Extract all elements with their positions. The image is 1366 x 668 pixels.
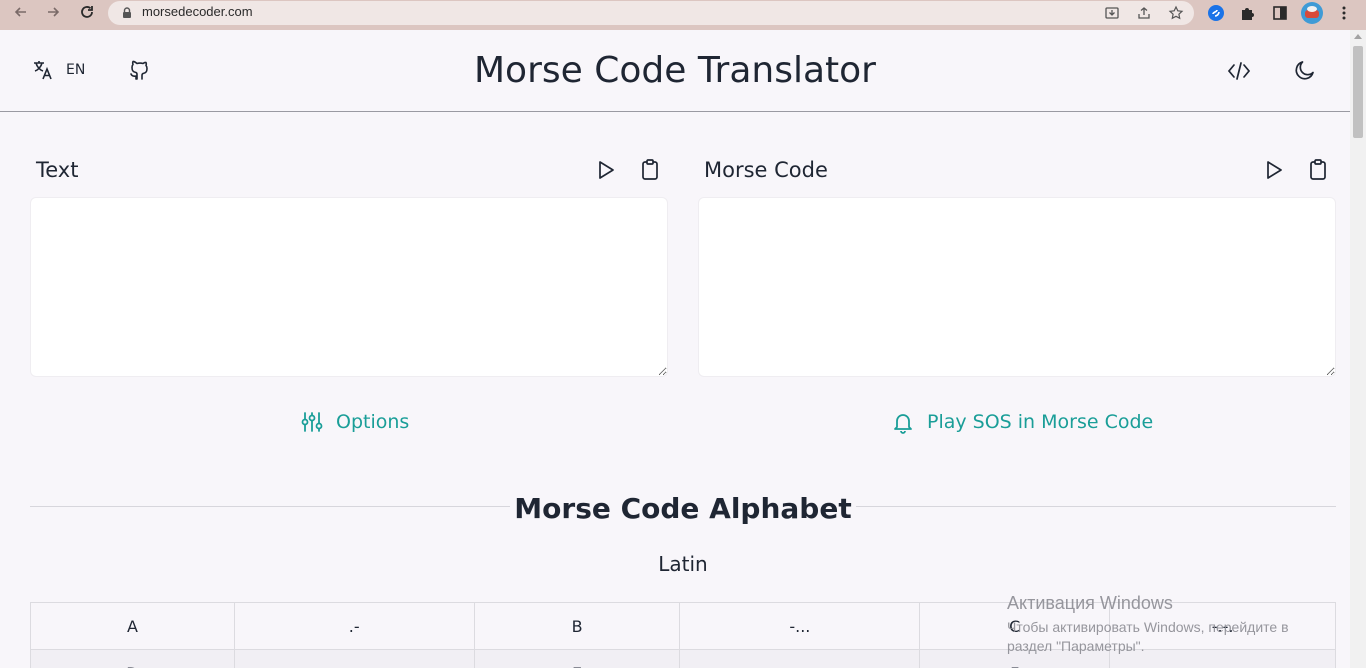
page-title: Morse Code Translator bbox=[474, 50, 876, 91]
windows-activation-watermark: Активация Windows Чтобы активировать Win… bbox=[1007, 593, 1327, 656]
side-panel-icon[interactable] bbox=[1271, 4, 1289, 22]
morse-cell: . bbox=[679, 649, 921, 668]
install-icon[interactable] bbox=[1104, 5, 1120, 21]
bell-icon bbox=[894, 414, 912, 434]
options-button[interactable]: Options bbox=[300, 410, 409, 434]
morse-cell: -... bbox=[679, 602, 921, 650]
theme-toggle-button[interactable] bbox=[1294, 59, 1316, 81]
alphabet-subtitle: Latin bbox=[658, 552, 708, 576]
bookmark-star-icon[interactable] bbox=[1168, 5, 1184, 21]
scroll-thumb[interactable] bbox=[1353, 46, 1363, 138]
sos-label: Play SOS in Morse Code bbox=[927, 411, 1154, 433]
morse-cell: -.. bbox=[233, 649, 475, 668]
play-sos-button[interactable]: Play SOS in Morse Code bbox=[891, 410, 1153, 434]
scroll-up-arrow-icon[interactable] bbox=[1354, 34, 1362, 39]
letter-cell: A bbox=[30, 602, 235, 650]
back-button[interactable] bbox=[10, 1, 32, 23]
play-text-icon[interactable] bbox=[594, 158, 618, 182]
lock-icon bbox=[123, 7, 131, 18]
share-icon[interactable] bbox=[1136, 5, 1152, 21]
forward-button[interactable] bbox=[42, 1, 64, 23]
copy-text-clipboard-icon[interactable] bbox=[638, 158, 662, 182]
copy-morse-clipboard-icon[interactable] bbox=[1306, 158, 1330, 182]
sliders-icon bbox=[301, 412, 323, 432]
reload-icon bbox=[81, 6, 93, 18]
section-divider-right bbox=[856, 506, 1336, 507]
section-divider-left bbox=[30, 506, 510, 507]
morse-panel-label: Morse Code bbox=[704, 158, 828, 182]
reload-button[interactable] bbox=[76, 1, 98, 23]
morse-input[interactable] bbox=[698, 197, 1336, 377]
morse-cell: .- bbox=[233, 602, 475, 650]
code-icon bbox=[1227, 62, 1251, 80]
extensions-puzzle-icon[interactable] bbox=[1239, 4, 1257, 22]
profile-avatar[interactable] bbox=[1301, 2, 1323, 24]
letter-cell: E bbox=[473, 649, 681, 668]
letter-cell: D bbox=[30, 649, 235, 668]
extension-shazam-icon[interactable] bbox=[1207, 4, 1225, 22]
watermark-title: Активация Windows bbox=[1007, 593, 1173, 613]
browser-menu-icon[interactable] bbox=[1335, 4, 1353, 22]
watermark-line2: раздел "Параметры". bbox=[1007, 638, 1145, 654]
play-morse-icon[interactable] bbox=[1262, 158, 1286, 182]
options-label: Options bbox=[336, 411, 410, 433]
app-header: EN Morse Code Translator bbox=[0, 30, 1350, 112]
embed-code-button[interactable] bbox=[1227, 60, 1251, 82]
text-panel-label: Text bbox=[36, 158, 79, 182]
arrow-right-icon bbox=[48, 7, 60, 17]
url-text: morsedecoder.com bbox=[142, 4, 253, 19]
arrow-left-icon bbox=[14, 7, 26, 17]
letter-cell: B bbox=[473, 602, 681, 650]
browser-toolbar: morsedecoder.com bbox=[0, 0, 1366, 30]
text-input[interactable] bbox=[30, 197, 668, 377]
moon-icon bbox=[1295, 61, 1314, 80]
watermark-line1: Чтобы активировать Windows, перейдите в bbox=[1007, 619, 1289, 635]
address-bar[interactable]: morsedecoder.com bbox=[108, 1, 1194, 25]
alphabet-title: Morse Code Alphabet bbox=[514, 492, 852, 525]
